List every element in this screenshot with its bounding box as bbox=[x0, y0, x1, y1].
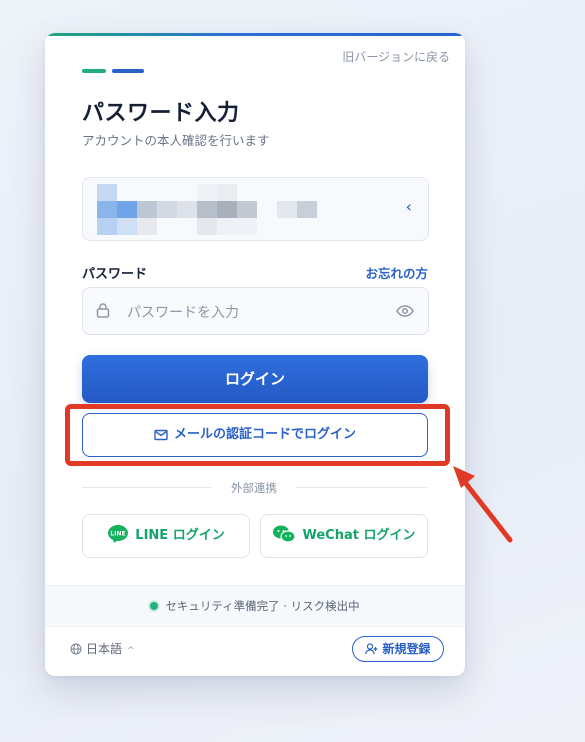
annotation-highlight-box bbox=[65, 404, 450, 466]
security-status-bar: セキュリティ準備完了 · リスク検出中 bbox=[45, 585, 465, 627]
annotation-arrow-icon bbox=[453, 466, 513, 543]
globe-icon bbox=[70, 643, 82, 655]
caret-up-icon: ^ bbox=[127, 646, 135, 656]
password-placeholder: パスワードを入力 bbox=[127, 305, 239, 321]
language-label: 日本語 bbox=[86, 642, 123, 656]
signup-button[interactable]: 新規登録 bbox=[352, 636, 444, 662]
back-to-old-version-link[interactable]: 旧バージョンに戻る bbox=[342, 48, 450, 65]
signup-label: 新規登録 bbox=[382, 642, 431, 656]
login-card: 旧バージョンに戻る パスワード入力 アカウントの本人確認を行います ‹ パスワー… bbox=[45, 33, 465, 676]
line-icon: LINE bbox=[108, 525, 129, 543]
chevron-left-icon[interactable]: ‹ bbox=[406, 197, 412, 216]
wechat-icon bbox=[273, 525, 297, 543]
security-status-text: セキュリティ準備完了 · リスク検出中 bbox=[165, 599, 360, 613]
lock-icon bbox=[96, 302, 110, 322]
language-selector[interactable]: 日本語 ^ bbox=[70, 640, 135, 657]
security-status-dot bbox=[150, 602, 159, 610]
account-selector[interactable]: ‹ bbox=[82, 177, 429, 241]
page-subtitle: アカウントの本人確認を行います bbox=[82, 133, 270, 148]
password-label: パスワード bbox=[82, 267, 148, 282]
password-input[interactable]: パスワードを入力 bbox=[82, 287, 429, 335]
line-login-label: LINE ログイン bbox=[135, 528, 225, 543]
line-login-button[interactable]: LINE LINE ログイン bbox=[82, 514, 250, 558]
svg-text:LINE: LINE bbox=[111, 531, 126, 538]
wechat-login-label: WeChat ログイン bbox=[302, 528, 416, 543]
step-indicator-2 bbox=[112, 69, 144, 73]
step-indicator-1 bbox=[82, 69, 106, 73]
page-title: パスワード入力 bbox=[82, 101, 240, 126]
eye-icon[interactable] bbox=[396, 303, 414, 322]
external-login-divider-label: 外部連携 bbox=[231, 481, 277, 495]
divider-left bbox=[82, 487, 212, 488]
login-button[interactable]: ログイン bbox=[82, 355, 428, 403]
forgot-password-link[interactable]: お忘れの方 bbox=[365, 263, 428, 282]
card-top-accent-bar bbox=[45, 33, 465, 36]
add-user-icon bbox=[365, 643, 378, 655]
divider-right bbox=[296, 487, 427, 488]
wechat-login-button[interactable]: WeChat ログイン bbox=[260, 514, 428, 558]
